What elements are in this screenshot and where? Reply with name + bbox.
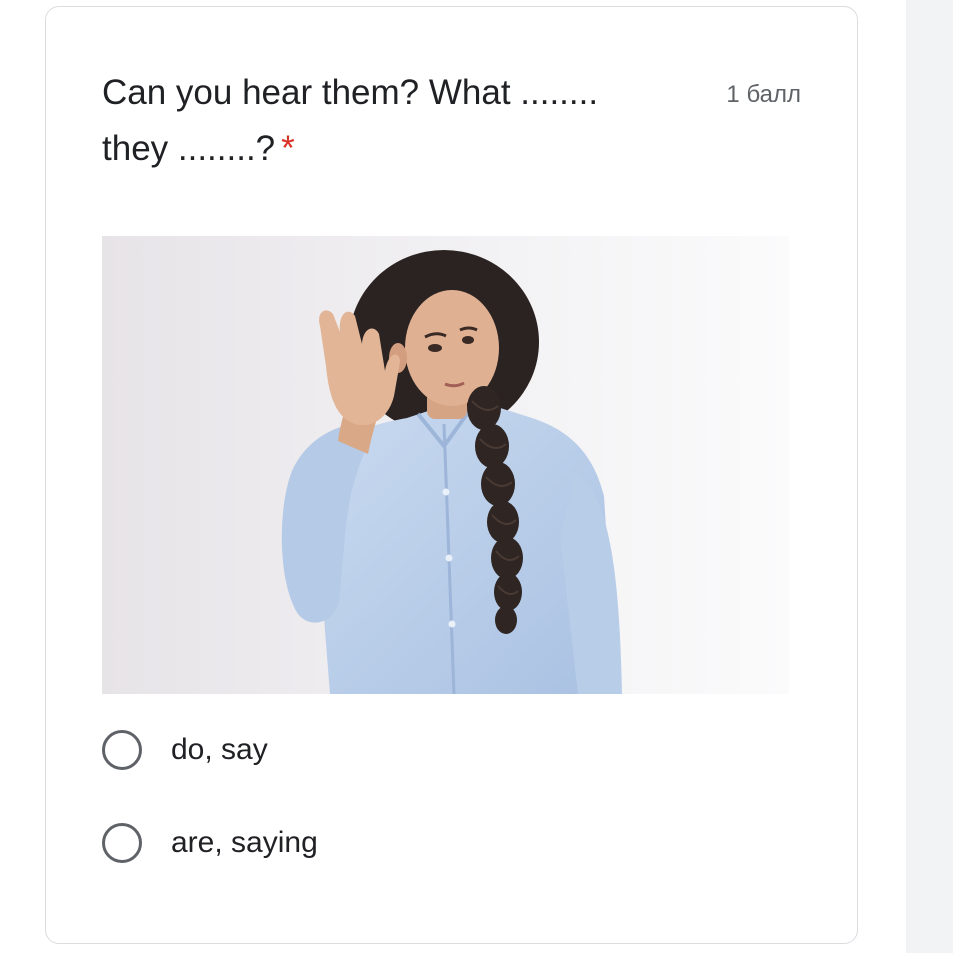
required-marker: *	[281, 129, 295, 168]
option-label: do, say	[171, 733, 268, 766]
answer-option-are-saying[interactable]: are, saying	[102, 819, 318, 867]
woman-listening-photo	[102, 236, 789, 694]
question-card: Can you hear them? What ........ they ..…	[45, 6, 858, 944]
question-title: Can you hear them? What ........ they ..…	[102, 65, 642, 177]
radio-button[interactable]	[102, 730, 142, 770]
option-label: are, saying	[171, 826, 318, 859]
page-side-background	[906, 0, 953, 953]
question-text: Can you hear them? What ........ they ..…	[102, 73, 599, 168]
question-image	[102, 236, 789, 694]
question-points: 1 балл	[726, 81, 801, 108]
answer-option-do-say[interactable]: do, say	[102, 726, 268, 774]
radio-button[interactable]	[102, 823, 142, 863]
